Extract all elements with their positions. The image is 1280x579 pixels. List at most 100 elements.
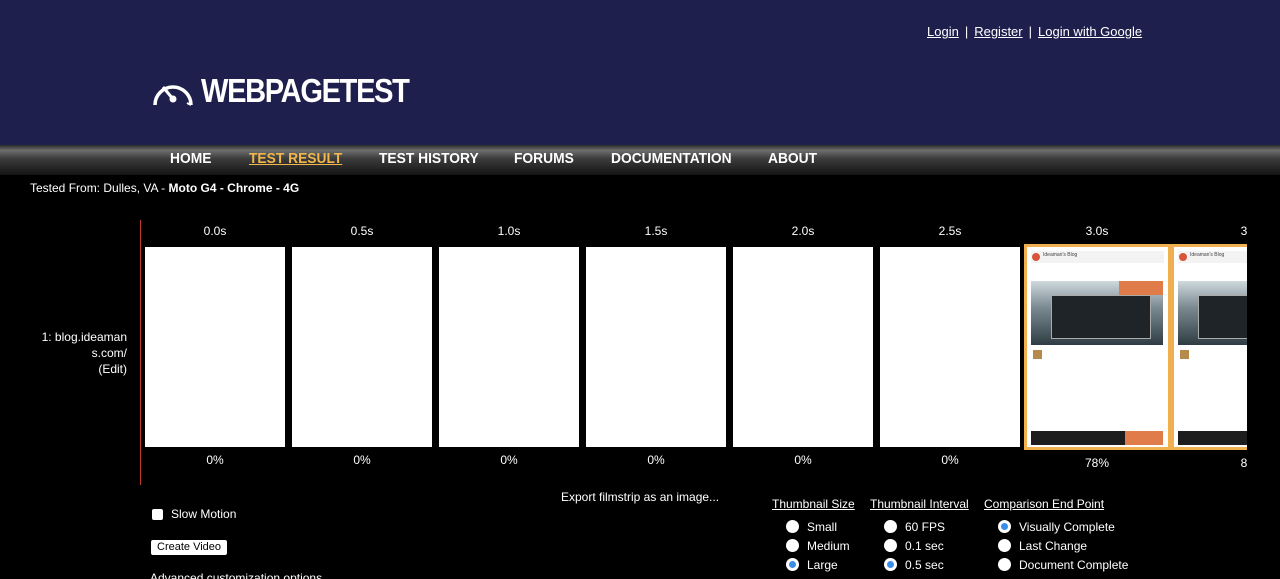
- radio-option[interactable]: Document Complete: [998, 555, 1128, 574]
- frame-thumbnail[interactable]: Ideaman's Blog: [1024, 244, 1171, 450]
- thumb-site-title: Ideaman's Blog: [1190, 252, 1225, 258]
- radio-option[interactable]: Visually Complete: [998, 517, 1128, 536]
- radio-option[interactable]: 60 FPS: [884, 517, 969, 536]
- main-nav: HOME TEST RESULT TEST HISTORY FORUMS DOC…: [0, 145, 1280, 175]
- radio-button[interactable]: [884, 539, 897, 552]
- filmstrip-frame: 1.5s 0%: [586, 220, 733, 470]
- webpagetest-logo[interactable]: WEBPAGETEST: [151, 72, 437, 110]
- row-edit-link[interactable]: (Edit): [30, 361, 127, 377]
- slow-motion-checkbox[interactable]: [152, 508, 163, 520]
- frame-visual-progress: 0%: [500, 453, 518, 467]
- frame-visual-progress: 78%: [1084, 456, 1110, 470]
- auth-separator: |: [964, 24, 969, 39]
- frame-visual-progress: 0%: [794, 453, 812, 467]
- frame-visual-progress: 0%: [206, 453, 224, 467]
- nav-forums[interactable]: FORUMS: [514, 150, 574, 167]
- nav-test-history[interactable]: TEST HISTORY: [379, 150, 479, 167]
- radio-option[interactable]: Last Change: [998, 536, 1128, 555]
- thumbnail-interval-title: Thumbnail Interval: [870, 497, 969, 511]
- login-google-link[interactable]: Login with Google: [1038, 24, 1142, 39]
- create-video-button[interactable]: Create Video: [151, 540, 228, 555]
- tested-from-config: Moto G4 - Chrome - 4G: [168, 181, 300, 195]
- filmstrip-frame: 2.5s 0%: [880, 220, 1027, 470]
- radio-button[interactable]: [786, 520, 799, 533]
- frame-time: 1.0s: [497, 224, 521, 238]
- radio-button[interactable]: [998, 558, 1011, 571]
- radio-button[interactable]: [786, 558, 799, 571]
- thumb-hero-image: [1031, 281, 1163, 345]
- export-filmstrip-link[interactable]: Export filmstrip as an image...: [561, 490, 719, 504]
- nav-home[interactable]: HOME: [170, 150, 211, 167]
- radio-option[interactable]: 0.5 sec: [884, 555, 969, 574]
- frame-visual-progress: 0%: [647, 453, 665, 467]
- thumbnail-size-title: Thumbnail Size: [772, 497, 855, 511]
- frame-thumbnail[interactable]: [145, 247, 285, 447]
- slow-motion-label: Slow Motion: [171, 507, 237, 521]
- frame-time: 2.5s: [938, 224, 962, 238]
- filmstrip-frame: 0.5s 0%: [292, 220, 439, 470]
- thumb-site-logo-icon: [1032, 253, 1040, 261]
- frame-visual-progress: 0%: [941, 453, 959, 467]
- radio-label: Last Change: [1019, 538, 1088, 553]
- row-divider: [140, 220, 141, 485]
- thumb-avatar-icon: [1180, 350, 1189, 359]
- frame-thumbnail[interactable]: [292, 247, 432, 447]
- tested-from-location: Tested From: Dulles, VA -: [30, 181, 169, 195]
- frame-time: 3: [1240, 224, 1247, 238]
- radio-label: Medium: [807, 538, 850, 553]
- thumb-hero-image: [1178, 281, 1247, 345]
- auth-separator: |: [1028, 24, 1033, 39]
- frame-visual-progress: 8: [1240, 456, 1247, 470]
- nav-about[interactable]: ABOUT: [768, 150, 817, 167]
- comparison-end-group: Comparison End Point Visually Complete La…: [984, 497, 1128, 574]
- slow-motion-option[interactable]: Slow Motion: [152, 507, 236, 521]
- filmstrip-frame: 0.0s 0%: [145, 220, 292, 470]
- radio-label: Small: [807, 519, 838, 534]
- radio-label: 60 FPS: [905, 519, 946, 534]
- radio-label: Visually Complete: [1019, 519, 1115, 534]
- thumb-avatar-icon: [1033, 350, 1042, 359]
- tested-from: Tested From: Dulles, VA - Moto G4 - Chro…: [30, 181, 299, 195]
- frame-thumbnail[interactable]: [439, 247, 579, 447]
- radio-label: Document Complete: [1019, 557, 1129, 572]
- radio-button[interactable]: [884, 520, 897, 533]
- frame-time: 0.5s: [350, 224, 374, 238]
- row-url-line1[interactable]: 1: blog.ideaman: [30, 329, 127, 345]
- nav-documentation[interactable]: DOCUMENTATION: [611, 150, 732, 167]
- logo-text: WEBPAGETEST: [201, 72, 410, 109]
- filmstrip-frame: 3 Ideaman's Blog 8: [1171, 220, 1247, 470]
- thumb-site-logo-icon: [1179, 253, 1187, 261]
- radio-option[interactable]: 0.1 sec: [884, 536, 969, 555]
- radio-option[interactable]: Large: [786, 555, 855, 574]
- filmstrip-frame: 1.0s 0%: [439, 220, 586, 470]
- radio-button[interactable]: [786, 539, 799, 552]
- radio-button[interactable]: [998, 539, 1011, 552]
- thumb-footer-image: [1031, 431, 1163, 445]
- radio-button[interactable]: [998, 520, 1011, 533]
- login-link[interactable]: Login: [927, 24, 959, 39]
- frame-time: 1.5s: [644, 224, 668, 238]
- row-label: 1: blog.ideaman s.com/ (Edit): [30, 329, 127, 377]
- nav-test-result[interactable]: TEST RESULT: [249, 150, 342, 167]
- radio-option[interactable]: Medium: [786, 536, 855, 555]
- auth-links: Login | Register | Login with Google: [927, 24, 1142, 39]
- site-header: Login | Register | Login with Google WEBPAGE…: [0, 0, 1280, 145]
- frame-thumbnail[interactable]: [880, 247, 1020, 447]
- frame-thumbnail[interactable]: [586, 247, 726, 447]
- radio-button[interactable]: [884, 558, 897, 571]
- radio-label: 0.1 sec: [905, 538, 944, 553]
- frame-thumbnail[interactable]: Ideaman's Blog: [1171, 244, 1247, 450]
- radio-option[interactable]: Small: [786, 517, 855, 536]
- frame-time: 0.0s: [203, 224, 227, 238]
- register-link[interactable]: Register: [974, 24, 1022, 39]
- thumb-site-title: Ideaman's Blog: [1043, 252, 1078, 258]
- frame-visual-progress: 0%: [353, 453, 371, 467]
- filmstrip: 0.0s 0% 0.5s 0% 1.0s 0% 1.5s 0% 2.0s 0% 2.5s 0% 3.0s…: [145, 220, 1247, 470]
- frame-time: 3.0s: [1085, 224, 1109, 238]
- thumb-footer-image: [1178, 431, 1247, 445]
- thumbnail-size-group: Thumbnail Size Small Medium Large: [772, 497, 855, 574]
- frame-thumbnail[interactable]: [733, 247, 873, 447]
- frame-time: 2.0s: [791, 224, 815, 238]
- row-url-line2[interactable]: s.com/: [30, 345, 127, 361]
- advanced-options-link[interactable]: Advanced customization options...: [150, 571, 332, 579]
